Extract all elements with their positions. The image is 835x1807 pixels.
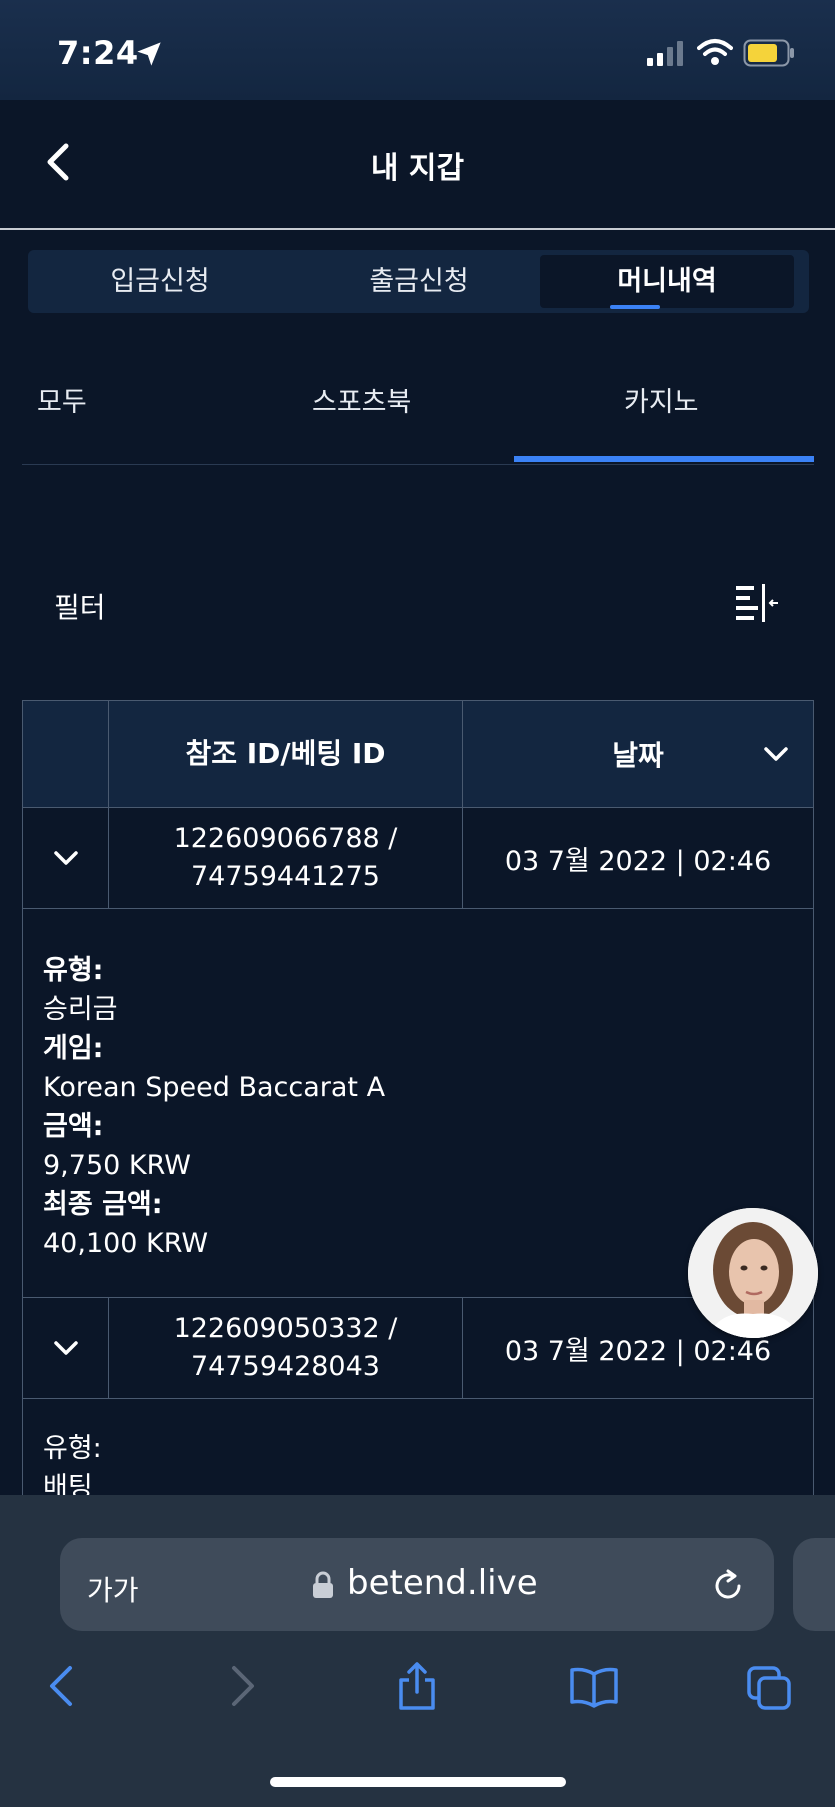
header-date[interactable]: 날짜 [463,701,813,807]
chevron-down-icon [53,1341,78,1355]
lock-icon [313,1571,333,1598]
table-row[interactable]: 122609050332 / 74759428043 03 7월 2022 | … [23,1298,813,1399]
transactions-table: 참조 ID/베팅 ID 날짜 122609066788 / 7475944127… [22,700,814,1528]
header-expand-cell [23,701,109,807]
final-amount-label: 최종 금액: [43,1189,163,1220]
tab-money-history[interactable]: 머니내역 [540,255,794,308]
tab-withdraw[interactable]: 출금신청 [292,255,546,308]
share-icon[interactable] [395,1660,439,1712]
subtab-casino[interactable]: 카지노 [624,380,699,419]
battery-icon [743,39,794,67]
table-row[interactable]: 122609066788 / 74759441275 03 7월 2022 | … [23,808,813,909]
text-size-button[interactable]: 가가 [87,1569,139,1609]
wifi-icon [697,39,733,65]
wallet-tabs: 입금신청 출금신청 머니내역 [28,250,809,313]
filter-label: 필터 [54,591,106,624]
expand-toggle[interactable] [23,1298,109,1398]
ref-id: 122609050332 / [173,1313,398,1344]
ref-id: 122609066788 / [173,823,398,854]
game-label: 게임: [43,1033,104,1064]
home-indicator [270,1777,566,1787]
row-details: 유형: 승리금 게임: Korean Speed Baccarat A 금액: … [23,909,813,1298]
filter-icon[interactable] [734,582,782,626]
amount-label: 금액: [43,1111,104,1142]
location-arrow-icon [137,42,161,66]
bet-id: 74759441275 [191,861,380,892]
browser-forward-icon[interactable] [220,1660,264,1712]
status-time: 7:24 [57,34,139,72]
expand-toggle[interactable] [23,808,109,908]
next-tab-address-bar[interactable] [793,1538,835,1631]
type-label: 유형: [43,955,104,986]
tab-active-indicator [610,305,660,309]
table-header: 참조 ID/베팅 ID 날짜 [23,701,813,808]
amount-value: 9,750 KRW [43,1150,191,1181]
chevron-down-icon[interactable] [761,739,791,769]
ref-id-cell: 122609066788 / 74759441275 [109,808,463,908]
type-value: 승리금 [43,994,118,1025]
reload-icon[interactable] [708,1566,748,1606]
game-value: Korean Speed Baccarat A [43,1072,386,1103]
category-tabs: 모두 스포츠북 카지노 [22,360,814,465]
chevron-down-icon [53,851,78,865]
cellular-signal-icon [647,41,683,66]
support-chat-avatar[interactable] [688,1208,818,1338]
tab-deposit[interactable]: 입금신청 [33,255,287,308]
tabs-icon[interactable] [745,1660,795,1712]
page-title: 내 지갑 [370,151,465,186]
final-amount-value: 40,100 KRW [43,1228,209,1259]
url-domain[interactable]: betend.live [347,1563,538,1603]
subtab-all[interactable]: 모두 [37,380,87,419]
bet-id: 74759428043 [191,1351,380,1382]
date-cell: 03 7월 2022 | 02:46 [504,845,772,877]
bookmarks-icon[interactable] [568,1660,620,1712]
browser-back-icon[interactable] [40,1660,84,1712]
type-label: 유형: [43,1433,102,1464]
subtab-active-indicator [514,456,814,462]
header-date-label: 날짜 [612,739,664,772]
ref-id-cell: 122609050332 / 74759428043 [109,1298,463,1398]
header-ref-id: 참조 ID/베팅 ID [109,701,463,807]
person-avatar-icon [688,1208,818,1338]
subtab-sportsbook[interactable]: 스포츠북 [312,380,411,419]
